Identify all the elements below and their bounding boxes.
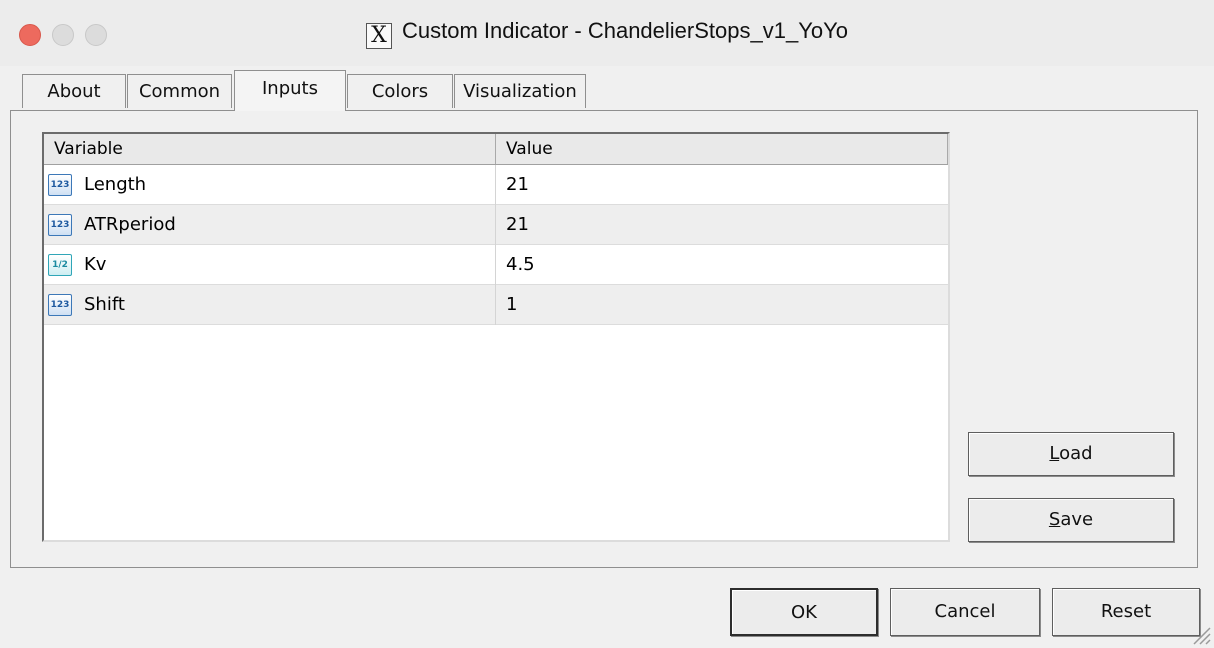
column-header-value[interactable]: Value <box>496 134 948 164</box>
value-cell[interactable]: 4.5 <box>496 245 948 285</box>
integer-icon: 123 <box>48 174 72 196</box>
window-title: Custom Indicator - ChandelierStops_v1_Yo… <box>402 18 848 43</box>
title-bar: X Custom Indicator - ChandelierStops_v1_Y… <box>0 0 1214 66</box>
tab-visualization[interactable]: Visualization <box>454 74 586 108</box>
value-cell[interactable]: 21 <box>496 165 948 205</box>
resize-grip-icon[interactable] <box>1190 624 1212 646</box>
tab-colors[interactable]: Colors <box>347 74 453 108</box>
table-row[interactable]: 123 Shift 1 <box>44 285 948 325</box>
column-header-variable[interactable]: Variable <box>44 134 496 164</box>
integer-icon: 123 <box>48 214 72 236</box>
variable-cell: 123 ATRperiod <box>44 205 496 245</box>
table-row[interactable]: 1/2 Kv 4.5 <box>44 245 948 285</box>
tab-inputs[interactable]: Inputs <box>234 70 346 111</box>
table-header: Variable Value <box>44 134 948 165</box>
table-row[interactable]: 123 ATRperiod 21 <box>44 205 948 245</box>
variable-cell: 1/2 Kv <box>44 245 496 285</box>
cancel-button[interactable]: Cancel <box>890 588 1040 636</box>
variable-name: Length <box>84 174 147 195</box>
integer-icon: 123 <box>48 294 72 316</box>
load-button[interactable]: Load <box>968 432 1174 476</box>
variable-name: ATRperiod <box>84 214 176 235</box>
reset-button[interactable]: Reset <box>1052 588 1200 636</box>
load-label-rest: oad <box>1059 443 1093 464</box>
double-icon: 1/2 <box>48 254 72 276</box>
save-mnemonic: S <box>1048 509 1061 530</box>
tab-about[interactable]: About <box>22 74 126 108</box>
variable-cell: 123 Length <box>44 165 496 205</box>
window-title-area: X Custom Indicator - ChandelierStops_v1_Y… <box>0 18 1214 49</box>
value-cell[interactable]: 1 <box>496 285 948 325</box>
variable-name: Kv <box>84 254 107 275</box>
variable-name: Shift <box>84 294 125 315</box>
table-row[interactable]: 123 Length 21 <box>44 165 948 205</box>
value-cell[interactable]: 21 <box>496 205 948 245</box>
inputs-table[interactable]: Variable Value 123 Length 21 123 ATRperi… <box>42 132 950 542</box>
save-button[interactable]: Save <box>968 498 1174 542</box>
app-icon: X <box>366 23 392 49</box>
save-label-rest: ave <box>1060 509 1094 530</box>
variable-cell: 123 Shift <box>44 285 496 325</box>
ok-button[interactable]: OK <box>730 588 878 636</box>
tab-common[interactable]: Common <box>127 74 232 108</box>
load-mnemonic: L <box>1049 443 1060 464</box>
